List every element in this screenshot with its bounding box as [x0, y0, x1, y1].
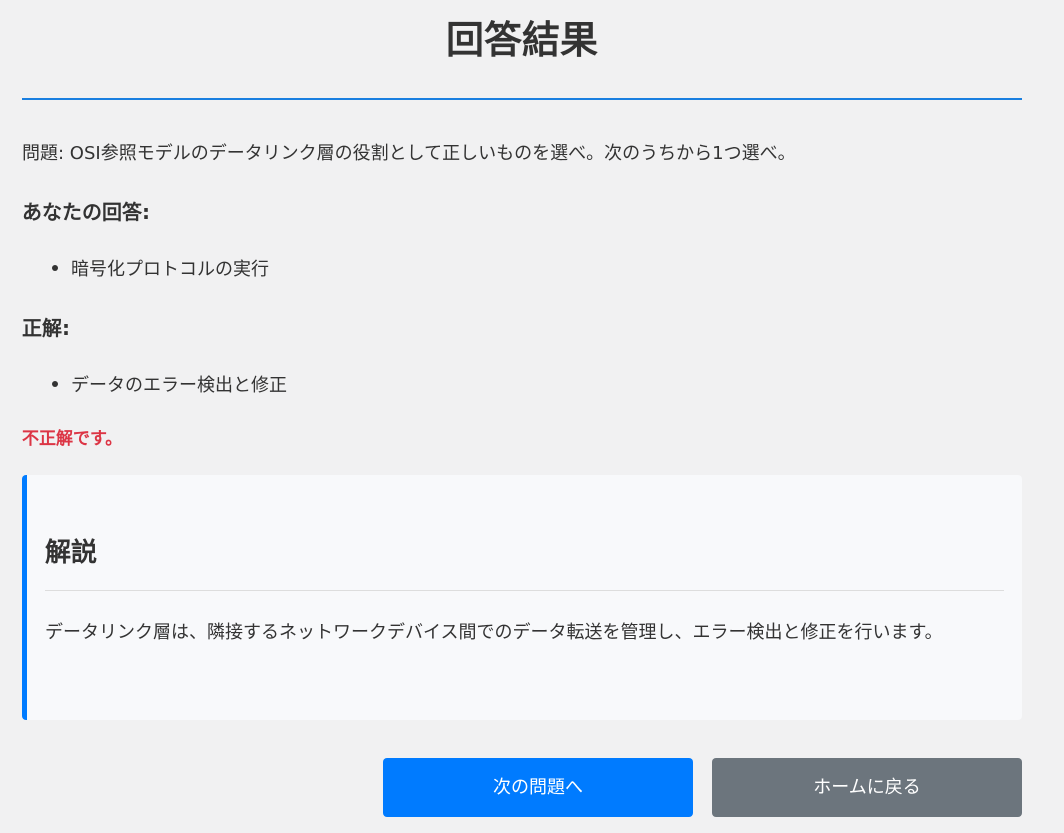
bullet-icon [52, 265, 58, 271]
page-title: 回答結果 [445, 18, 598, 62]
question-text: 問題: OSI参照モデルのデータリンク層の役割として正しいものを選べ。次のうちか… [22, 143, 796, 164]
explanation-text: データリンク層は、隣接するネットワークデバイス間でのデータ転送を管理し、エラー検… [45, 622, 943, 643]
your-answer-heading: あなたの回答: [22, 200, 150, 224]
title-divider [22, 98, 1022, 100]
next-question-button[interactable]: 次の問題へ [383, 758, 693, 817]
explanation-divider [45, 590, 1004, 591]
result-status: 不正解です。 [22, 429, 123, 449]
correct-answer-text: データのエラー検出と修正 [71, 375, 287, 396]
correct-answer-item: データのエラー検出と修正 [52, 372, 287, 400]
explanation-heading: 解説 [45, 538, 98, 568]
bullet-icon [52, 381, 58, 387]
result-page: 回答結果 問題: OSI参照モデルのデータリンク層の役割として正しいものを選べ。… [0, 0, 1064, 833]
correct-answer-heading: 正解: [22, 316, 70, 340]
home-button[interactable]: ホームに戻る [712, 758, 1022, 817]
your-answer-item: 暗号化プロトコルの実行 [52, 256, 269, 284]
explanation-box: 解説 データリンク層は、隣接するネットワークデバイス間でのデータ転送を管理し、エ… [22, 475, 1022, 720]
your-answer-text: 暗号化プロトコルの実行 [71, 259, 269, 280]
